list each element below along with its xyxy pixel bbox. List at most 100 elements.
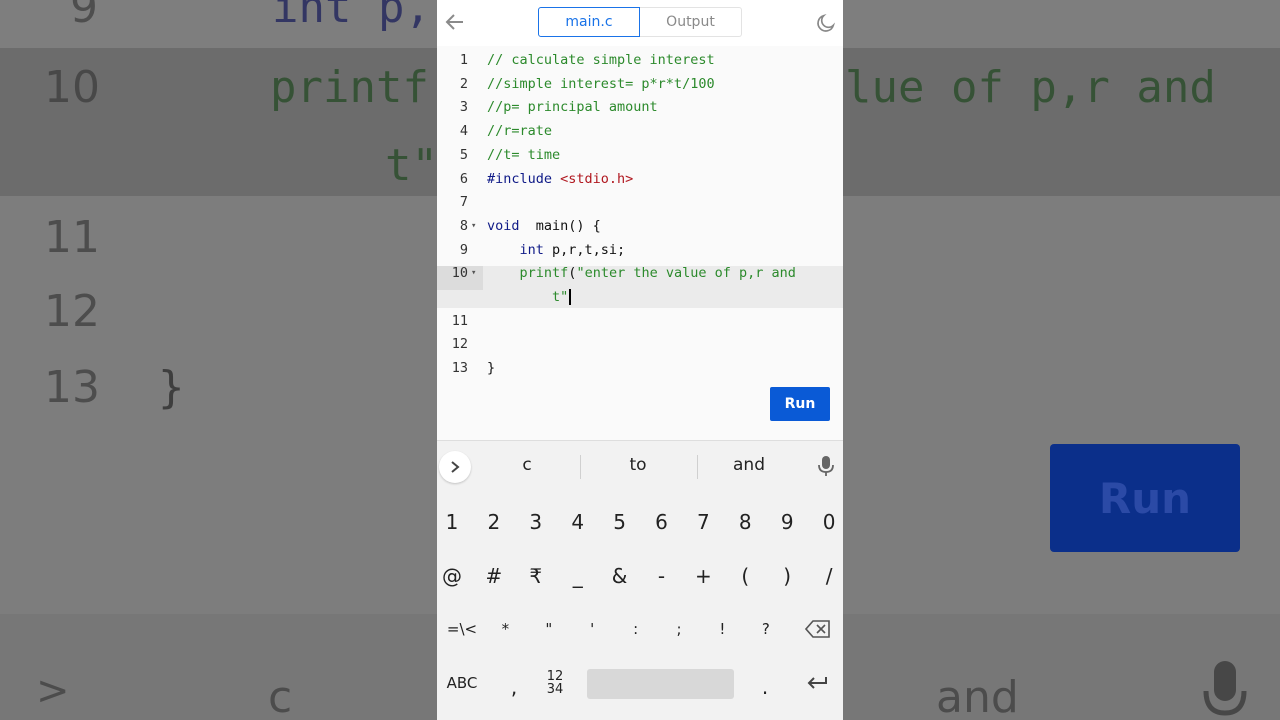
- code-line[interactable]: 3 //p= principal amount: [437, 95, 843, 119]
- code-line[interactable]: 4 //r=rate: [437, 119, 843, 143]
- key[interactable]: -: [642, 556, 682, 596]
- key[interactable]: :: [616, 609, 656, 649]
- line-number: 11: [451, 312, 468, 329]
- chevron-right-icon[interactable]: [439, 451, 471, 483]
- code-line[interactable]: t": [437, 285, 843, 309]
- line-number: 6: [459, 170, 468, 187]
- code-token: printf: [519, 265, 569, 282]
- key[interactable]: 4: [558, 502, 598, 542]
- code-editor[interactable]: 1 // calculate simple interest 2 //simple i…: [437, 46, 843, 440]
- code-text: //p= principal amount: [487, 95, 658, 119]
- key[interactable]: ₹: [516, 556, 556, 596]
- code-token: // calculate simple interest: [487, 52, 715, 68]
- key-abc[interactable]: ABC: [442, 663, 482, 703]
- key[interactable]: =\<: [442, 609, 482, 649]
- key[interactable]: &: [600, 556, 640, 596]
- code-line[interactable]: 2 //simple interest= p*r*t/100: [437, 72, 843, 96]
- key[interactable]: (: [725, 556, 765, 596]
- line-number: 4: [459, 123, 468, 140]
- code-line[interactable]: 8 ▾ void main() {: [437, 214, 843, 238]
- moon-icon[interactable]: [815, 12, 837, 34]
- mic-icon[interactable]: [817, 455, 835, 477]
- code-line[interactable]: 10 ▾ printf("enter the value of p,r and: [437, 261, 843, 285]
- key-numpad[interactable]: 12 34: [535, 663, 575, 703]
- code-line[interactable]: 11: [437, 309, 843, 333]
- backspace-icon[interactable]: [798, 609, 838, 649]
- code-token: //t= time: [487, 146, 561, 163]
- enter-icon[interactable]: [797, 663, 837, 703]
- bg-code: int p,: [272, 0, 431, 33]
- key[interactable]: 0: [809, 502, 843, 542]
- key[interactable]: #: [474, 556, 514, 596]
- code-token: }: [487, 360, 496, 377]
- key[interactable]: 2: [474, 502, 514, 542]
- key[interactable]: @: [437, 556, 472, 596]
- suggestion-divider: [580, 455, 581, 479]
- code-token: int: [519, 241, 544, 258]
- code-text: // calculate simple interest: [487, 48, 715, 72]
- key[interactable]: 3: [516, 502, 556, 542]
- key[interactable]: !: [702, 609, 742, 649]
- code-text: printf("enter the value of p,r and: [487, 261, 796, 285]
- bg-run-button: Run: [1050, 444, 1240, 552]
- code-line[interactable]: 6 #include <stdio.h>: [437, 167, 843, 191]
- bg-mic-icon: [1203, 661, 1247, 716]
- key[interactable]: +: [683, 556, 723, 596]
- key-comma[interactable]: ,: [494, 667, 534, 707]
- code-line[interactable]: 13}: [437, 356, 843, 380]
- tab-main-c[interactable]: main.c: [538, 7, 640, 37]
- code-token: t": [552, 289, 569, 305]
- arrow-left-icon[interactable]: [443, 10, 467, 34]
- bg-line-number: 10: [44, 62, 100, 113]
- key[interactable]: ;: [659, 609, 699, 649]
- key[interactable]: ': [572, 609, 612, 649]
- bg-line-number: 9: [70, 0, 98, 33]
- suggestion-divider: [697, 455, 698, 479]
- fold-arrow-icon[interactable]: ▾: [471, 261, 476, 285]
- code-text: //r=rate: [487, 119, 552, 143]
- code-line[interactable]: 12: [437, 332, 843, 356]
- code-line[interactable]: 1 // calculate simple interest: [437, 48, 843, 72]
- code-token: <stdio.h>: [560, 170, 634, 187]
- top-bar: main.c Output: [437, 0, 843, 46]
- suggestion-bar: c to and: [437, 441, 843, 493]
- key[interactable]: *: [485, 609, 525, 649]
- bg-suggestion: and: [936, 672, 1019, 720]
- run-button[interactable]: Run: [770, 387, 830, 421]
- key[interactable]: 6: [642, 502, 682, 542]
- bg-code: }: [158, 362, 185, 413]
- code-line[interactable]: 5 //t= time: [437, 143, 843, 167]
- key[interactable]: 8: [725, 502, 765, 542]
- key[interactable]: 7: [683, 502, 723, 542]
- bg-line-number: 11: [44, 212, 100, 263]
- key[interactable]: _: [558, 556, 598, 596]
- line-number: 8: [459, 217, 468, 234]
- key[interactable]: ): [767, 556, 807, 596]
- bg-code: t": [385, 140, 438, 191]
- key[interactable]: 5: [600, 502, 640, 542]
- code-line[interactable]: 9 int p,r,t,si;: [437, 238, 843, 262]
- code-text: t": [487, 285, 572, 309]
- space-key[interactable]: [587, 669, 734, 699]
- line-number: 3: [459, 99, 468, 116]
- bg-suggestion: c: [268, 672, 293, 720]
- numpad-bottom: 34: [546, 682, 564, 697]
- tab-output[interactable]: Output: [640, 7, 742, 37]
- code-text: }: [487, 356, 495, 380]
- key[interactable]: /: [809, 556, 843, 596]
- code-line[interactable]: 7: [437, 190, 843, 214]
- fold-arrow-icon[interactable]: ▾: [471, 214, 476, 238]
- suggestion-item[interactable]: and: [709, 455, 789, 475]
- line-number: 1: [459, 52, 468, 68]
- key[interactable]: 9: [767, 502, 807, 542]
- key[interactable]: 1: [437, 502, 472, 542]
- key-period[interactable]: .: [745, 667, 785, 707]
- code-token: //r=rate: [487, 123, 553, 140]
- suggestion-item[interactable]: c: [487, 455, 567, 475]
- suggestion-item[interactable]: to: [598, 455, 678, 475]
- key[interactable]: ?: [746, 609, 786, 649]
- line-number: 12: [451, 336, 468, 353]
- key[interactable]: ": [529, 609, 569, 649]
